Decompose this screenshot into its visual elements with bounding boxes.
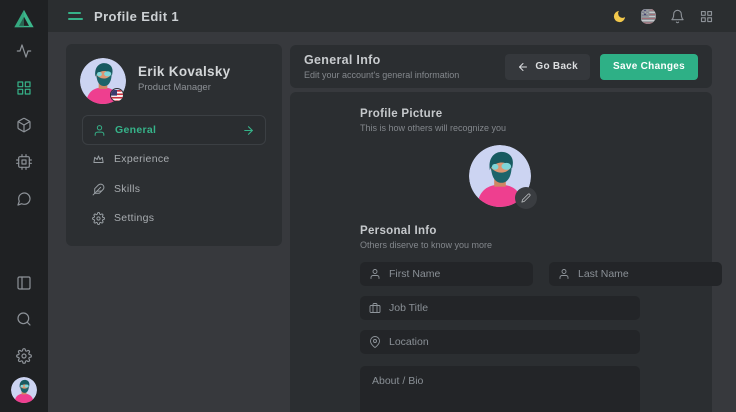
search-icon[interactable] [16, 311, 32, 327]
sidebar-user-avatar[interactable] [11, 377, 37, 403]
about-bio-textarea[interactable] [360, 366, 640, 412]
cpu-icon[interactable] [16, 154, 32, 170]
arrow-left-icon [517, 61, 529, 73]
menu-label-skills: Skills [114, 183, 140, 195]
edit-avatar-button[interactable] [515, 187, 537, 209]
menu-item-general[interactable]: General [82, 115, 266, 145]
layout-panel-icon[interactable] [16, 275, 32, 291]
general-info-header: General Info Edit your account's general… [290, 45, 712, 88]
language-us-flag-icon[interactable] [640, 8, 656, 24]
box-icon[interactable] [16, 117, 32, 133]
first-name-field[interactable] [360, 262, 533, 286]
user-icon [369, 268, 381, 280]
save-changes-button[interactable]: Save Changes [600, 54, 698, 80]
section-subtitle: Edit your account's general information [304, 70, 459, 80]
save-changes-label: Save Changes [613, 61, 685, 72]
briefcase-icon [369, 302, 381, 314]
menu-label-experience: Experience [114, 153, 170, 165]
header-titles: General Info Edit your account's general… [304, 53, 459, 80]
menu-item-experience[interactable]: Experience [82, 147, 266, 171]
profile-picture-avatar [469, 145, 531, 207]
page-title: Profile Edit 1 [94, 9, 179, 24]
menu-item-settings[interactable]: Settings [82, 206, 266, 230]
general-info-form-card: Profile Picture This is how others will … [290, 92, 712, 412]
personal-info-subtitle: Others diserve to know you more [360, 240, 640, 250]
personal-info-title: Personal Info [360, 225, 640, 237]
gear-icon [92, 212, 105, 225]
location-field[interactable] [360, 330, 640, 354]
user-icon [93, 124, 106, 137]
hamburger-menu-icon[interactable] [68, 10, 84, 22]
topbar-actions [611, 8, 736, 24]
location-input[interactable] [389, 336, 631, 348]
pencil-icon [521, 193, 531, 203]
arrow-right-icon [242, 124, 255, 137]
menu-label-settings: Settings [114, 212, 154, 224]
user-icon [558, 268, 570, 280]
avatar-flag-badge-icon [110, 88, 124, 102]
last-name-input[interactable] [578, 268, 713, 280]
apps-grid-icon[interactable] [698, 8, 714, 24]
app-logo-triangle-icon[interactable] [13, 8, 35, 30]
chat-bubble-icon[interactable] [16, 191, 32, 207]
icon-sidebar [0, 0, 48, 412]
dashboard-grid-icon[interactable] [16, 80, 32, 96]
map-pin-icon [369, 336, 381, 348]
user-role: Product Manager [138, 82, 211, 93]
menu-label-general: General [115, 124, 156, 136]
go-back-label: Go Back [535, 61, 578, 72]
user-name: Erik Kovalsky [138, 64, 230, 79]
last-name-field[interactable] [549, 262, 722, 286]
go-back-button[interactable]: Go Back [505, 54, 590, 80]
profile-picture-title: Profile Picture [360, 108, 640, 120]
gear-icon[interactable] [16, 348, 32, 364]
job-title-input[interactable] [389, 302, 631, 314]
header-buttons: Go Back Save Changes [505, 54, 698, 80]
first-name-input[interactable] [389, 268, 524, 280]
profile-edit-app: { "topbar": { "title": "Profile Edit 1",… [0, 0, 736, 412]
job-title-field[interactable] [360, 296, 640, 320]
menu-item-skills[interactable]: Skills [82, 177, 266, 201]
profile-summary-card: Erik Kovalsky Product Manager General Ex… [66, 44, 282, 246]
feather-icon [92, 183, 105, 196]
moon-darkmode-icon[interactable] [611, 8, 627, 24]
profile-picture-subtitle: This is how others will recognize you [360, 123, 640, 133]
notifications-bell-icon[interactable] [669, 8, 685, 24]
activity-icon[interactable] [16, 43, 32, 59]
crown-icon [92, 153, 105, 166]
name-fields-row [360, 262, 640, 286]
topbar: Profile Edit 1 [48, 0, 736, 32]
section-title: General Info [304, 53, 459, 67]
form-column: Profile Picture This is how others will … [360, 92, 640, 412]
